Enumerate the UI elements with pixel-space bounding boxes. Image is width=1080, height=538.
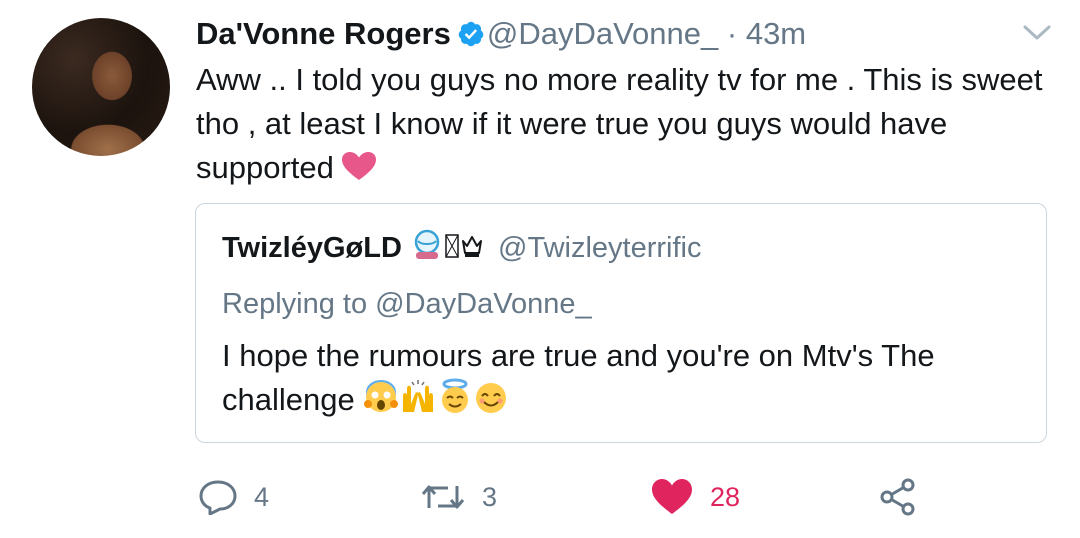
- raised-hands-emoji-icon: [403, 380, 434, 412]
- smiling-face-emoji-icon: [476, 383, 507, 413]
- tweet-text-block: Aww .. I told you guys no more reality t…: [196, 58, 1046, 190]
- like-button[interactable]: 28: [650, 475, 740, 519]
- replying-to[interactable]: Replying to @DayDaVonne_: [222, 284, 592, 324]
- quoted-tweet-text-block: I hope the rumours are true and you're o…: [222, 334, 1022, 422]
- retweet-icon: [421, 485, 465, 509]
- author-name[interactable]: Da'Vonne Rogers: [196, 16, 451, 51]
- halo-face-emoji-icon: [442, 378, 469, 413]
- tweet-text: Aww .. I told you guys no more reality t…: [196, 62, 1043, 185]
- retweet-count: 3: [482, 481, 498, 512]
- timestamp[interactable]: 43m: [746, 16, 806, 51]
- chevron-down-icon[interactable]: [1020, 22, 1054, 44]
- share-button[interactable]: [878, 475, 918, 519]
- retweet-button[interactable]: 3: [420, 475, 497, 519]
- reply-icon: [199, 480, 237, 515]
- quoted-tweet[interactable]: TwizléyGøLD @Twizleyterrific Replying to…: [195, 203, 1047, 443]
- quoted-author-name[interactable]: TwizléyGøLD: [222, 232, 402, 264]
- share-icon: [880, 478, 915, 516]
- heart-emoji-icon: [341, 152, 376, 180]
- author-handle[interactable]: @DayDaVonne_: [487, 16, 718, 51]
- avatar[interactable]: [32, 18, 170, 156]
- missing-glyph-icon: [445, 234, 459, 258]
- like-count: 28: [710, 481, 741, 512]
- quoted-tweet-header: TwizléyGøLD @Twizleyterrific: [222, 228, 702, 268]
- reply-button[interactable]: 4: [198, 475, 269, 519]
- scream-emoji-icon: [364, 380, 399, 412]
- quoted-author-handle[interactable]: @Twizleyterrific: [498, 232, 701, 264]
- like-icon: [652, 479, 692, 514]
- crystal-ball-emoji-icon: [414, 229, 440, 259]
- reply-count: 4: [254, 481, 270, 512]
- tweet-header: Da'Vonne Rogers @DayDaVonne_ · 43m: [196, 14, 806, 54]
- separator: ·: [726, 16, 738, 51]
- crown-emoji-icon: [461, 236, 482, 257]
- verified-badge-icon: [458, 21, 484, 47]
- quoted-tweet-text: I hope the rumours are true and you're o…: [222, 338, 935, 417]
